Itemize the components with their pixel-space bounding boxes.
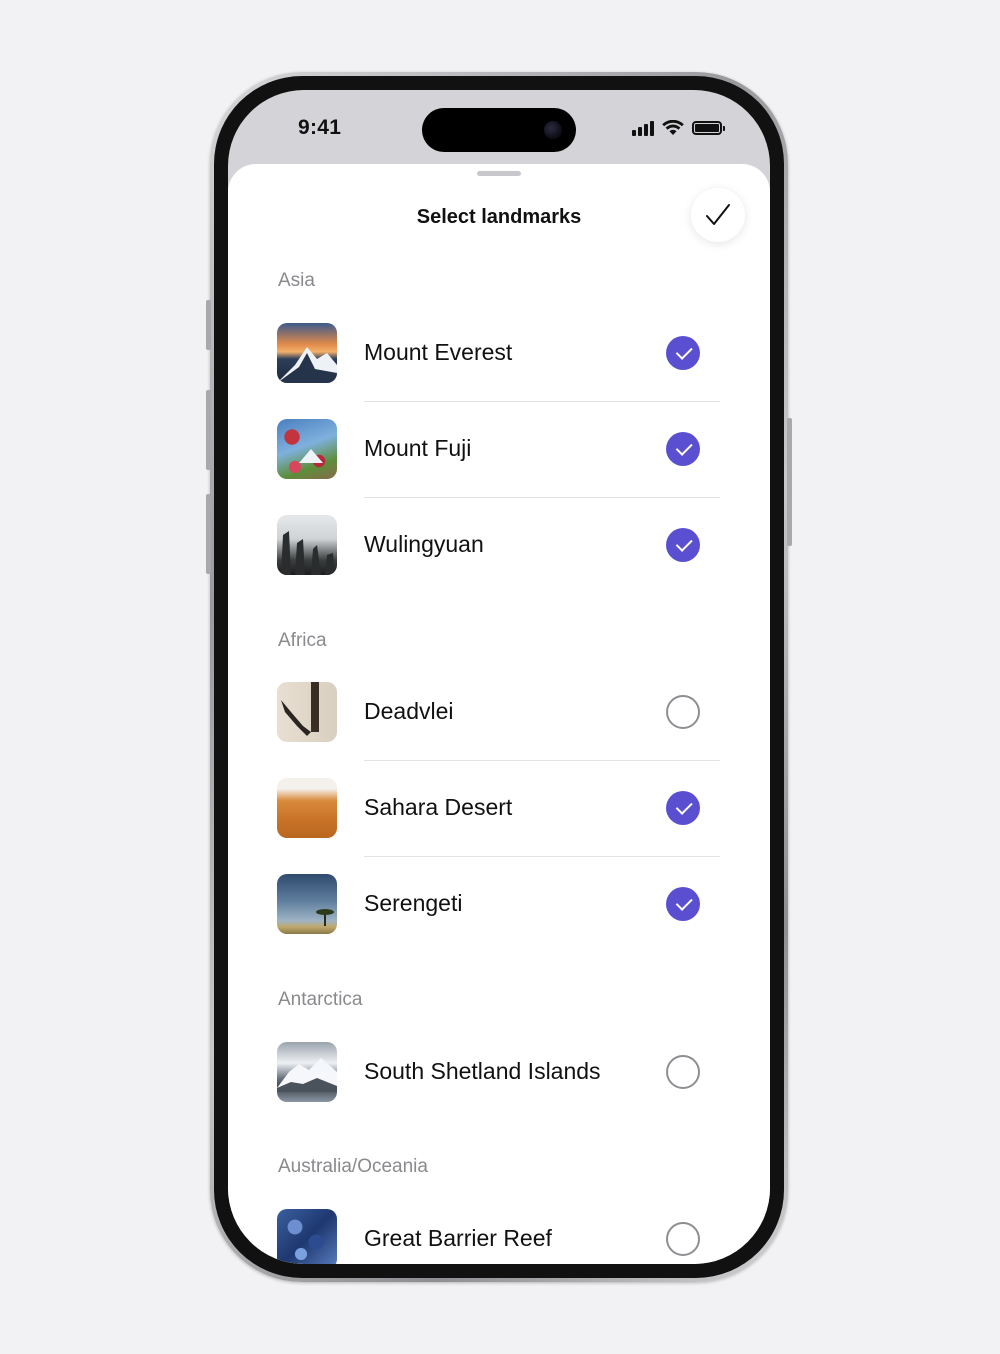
section-header-asia: Asia: [278, 270, 315, 291]
status-icons: [632, 118, 725, 138]
side-button: [787, 418, 792, 546]
landmark-label: Mount Fuji: [364, 435, 472, 461]
landmark-label: South Shetland Islands: [364, 1058, 601, 1084]
selected-checkmark-icon[interactable]: [666, 336, 700, 370]
dynamic-island: [422, 108, 576, 152]
volume-up-button: [206, 390, 211, 470]
mount-everest-thumbnail: [277, 323, 337, 383]
landmark-sheet: Select landmarks Asia Mount Everest Moun…: [228, 164, 770, 1264]
sheet-grabber[interactable]: [477, 171, 521, 176]
volume-down-button: [206, 494, 211, 574]
south-shetland-islands-thumbnail: [277, 1042, 337, 1102]
sahara-desert-thumbnail: [277, 778, 337, 838]
selected-checkmark-icon[interactable]: [666, 791, 700, 825]
cellular-signal-icon: [632, 120, 654, 136]
action-button: [206, 300, 211, 350]
wifi-icon: [662, 120, 684, 135]
wulingyuan-thumbnail: [277, 515, 337, 575]
selected-checkmark-icon[interactable]: [666, 887, 700, 921]
battery-icon: [692, 121, 725, 135]
serengeti-thumbnail: [277, 874, 337, 934]
landmark-label: Serengeti: [364, 890, 463, 916]
great-barrier-reef-thumbnail: [277, 1209, 337, 1264]
landmark-row-deadvlei[interactable]: Deadvlei: [228, 664, 770, 760]
selected-checkmark-icon[interactable]: [666, 528, 700, 562]
landmark-label: Sahara Desert: [364, 794, 513, 820]
done-button[interactable]: [691, 188, 745, 242]
landmark-label: Mount Everest: [364, 339, 513, 365]
landmark-label: Deadvlei: [364, 698, 454, 724]
landmark-row-mount-fuji[interactable]: Mount Fuji: [228, 401, 770, 497]
section-header-antarctica: Antarctica: [278, 989, 363, 1010]
landmark-label: Great Barrier Reef: [364, 1225, 552, 1251]
camera-icon: [544, 121, 562, 139]
landmark-row-wulingyuan[interactable]: Wulingyuan: [228, 497, 770, 593]
landmark-row-south-shetland-islands[interactable]: South Shetland Islands: [228, 1024, 770, 1120]
landmark-label: Wulingyuan: [364, 531, 484, 557]
deadvlei-thumbnail: [277, 682, 337, 742]
landmark-row-sahara-desert[interactable]: Sahara Desert: [228, 760, 770, 856]
status-time: 9:41: [298, 116, 342, 139]
landmark-row-serengeti[interactable]: Serengeti: [228, 856, 770, 952]
section-header-africa: Africa: [278, 630, 327, 651]
mount-fuji-thumbnail: [277, 419, 337, 479]
phone-screen: 9:41 Select landmarks Asia Mount Everest: [228, 90, 770, 1264]
sheet-title: Select landmarks: [416, 206, 582, 228]
unselected-circle-icon[interactable]: [666, 1055, 700, 1089]
unselected-circle-icon[interactable]: [666, 1222, 700, 1256]
unselected-circle-icon[interactable]: [666, 695, 700, 729]
landmark-row-mount-everest[interactable]: Mount Everest: [228, 305, 770, 401]
landmark-row-great-barrier-reef[interactable]: Great Barrier Reef: [228, 1191, 770, 1264]
selected-checkmark-icon[interactable]: [666, 432, 700, 466]
section-header-australia-oceania: Australia/Oceania: [278, 1156, 428, 1177]
checkmark-icon: [706, 204, 730, 225]
